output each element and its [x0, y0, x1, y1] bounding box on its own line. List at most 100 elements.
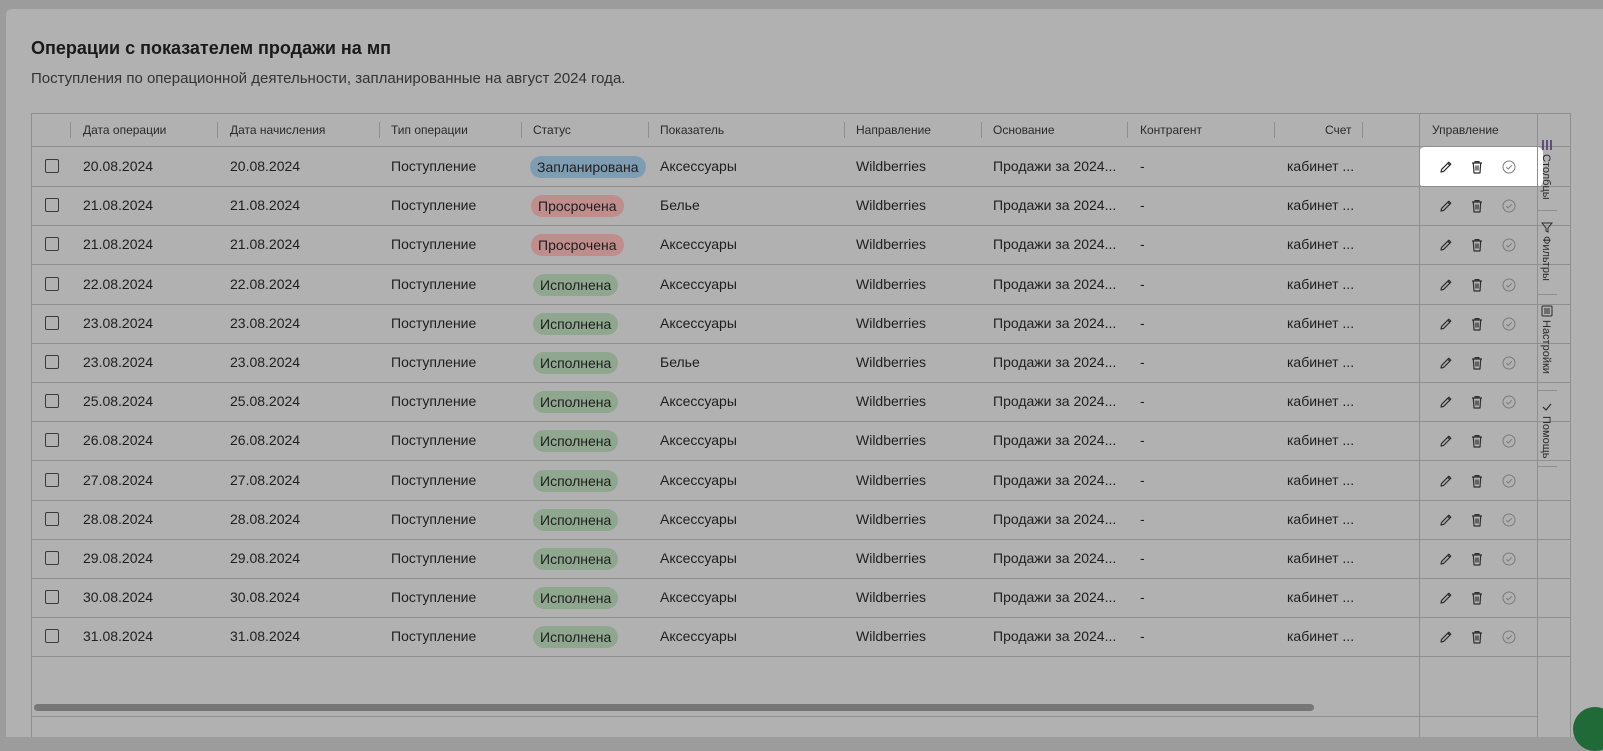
table-row[interactable]: 31.08.2024 31.08.2024 Поступление Исполн… [32, 617, 1570, 658]
check-circle-icon[interactable] [1501, 159, 1517, 175]
check-circle-icon[interactable] [1501, 433, 1517, 449]
trash-icon[interactable] [1469, 629, 1485, 645]
row-checkbox[interactable] [45, 472, 59, 487]
pencil-icon[interactable] [1438, 433, 1454, 449]
row-checkbox[interactable] [45, 198, 59, 213]
row-checkbox[interactable] [45, 159, 59, 173]
check-circle-icon[interactable] [1501, 512, 1517, 528]
check-circle-icon[interactable] [1501, 394, 1517, 410]
row-checkbox[interactable] [45, 237, 59, 252]
sidebar-tab-settings[interactable]: Настройки [1537, 294, 1557, 391]
header-indicator[interactable]: Показатель [660, 114, 724, 146]
table-row[interactable]: 21.08.2024 21.08.2024 Поступление Просро… [32, 225, 1570, 266]
row-checkbox[interactable] [45, 315, 59, 330]
trash-icon[interactable] [1469, 394, 1485, 410]
sidebar-tab-help[interactable]: Помощь [1537, 390, 1557, 467]
check-circle-icon[interactable] [1501, 316, 1517, 332]
check-circle-icon[interactable] [1501, 473, 1517, 489]
table-row[interactable]: 21.08.2024 21.08.2024 Поступление Просро… [32, 186, 1570, 227]
trash-icon[interactable] [1469, 551, 1485, 567]
column-separator[interactable] [217, 122, 218, 138]
column-separator[interactable] [1274, 122, 1275, 138]
column-separator[interactable] [844, 122, 845, 138]
pencil-icon[interactable] [1438, 159, 1454, 175]
table-row[interactable]: 26.08.2024 26.08.2024 Поступление Исполн… [32, 421, 1570, 462]
header-direction[interactable]: Направление [856, 114, 931, 146]
check-circle-icon[interactable] [1501, 198, 1517, 214]
pencil-icon[interactable] [1438, 355, 1454, 371]
sidebar-tab-filters[interactable]: Фильтры [1537, 210, 1557, 295]
pencil-icon[interactable] [1438, 629, 1454, 645]
table-row[interactable]: 22.08.2024 22.08.2024 Поступление Исполн… [32, 265, 1570, 305]
pencil-icon[interactable] [1438, 551, 1454, 567]
trash-icon[interactable] [1469, 355, 1485, 371]
cell-account: кабинет ... [1287, 158, 1355, 174]
column-separator[interactable] [1127, 122, 1128, 138]
cell-date-op: 30.08.2024 [83, 589, 154, 606]
table-row[interactable]: 30.08.2024 30.08.2024 Поступление Исполн… [32, 578, 1570, 619]
row-checkbox[interactable] [45, 355, 59, 369]
header-counterparty[interactable]: Контрагент [1140, 114, 1202, 146]
check-circle-icon[interactable] [1501, 629, 1517, 645]
check-circle-icon[interactable] [1501, 551, 1517, 567]
status-badge: Исполнена [533, 352, 619, 374]
pencil-icon[interactable] [1438, 277, 1454, 293]
trash-icon[interactable] [1469, 473, 1485, 489]
cell-account: кабинет ... [1287, 314, 1355, 331]
column-separator[interactable] [648, 122, 649, 138]
trash-icon[interactable] [1469, 159, 1485, 175]
trash-icon[interactable] [1469, 277, 1485, 293]
trash-icon[interactable] [1469, 316, 1485, 332]
row-checkbox[interactable] [45, 590, 59, 605]
row-checkbox[interactable] [45, 433, 59, 448]
column-separator[interactable] [981, 122, 982, 138]
header-status[interactable]: Статус [533, 114, 571, 146]
trash-icon[interactable] [1469, 590, 1485, 606]
row-checkbox[interactable] [45, 394, 59, 409]
check-circle-icon[interactable] [1501, 277, 1517, 293]
row-checkbox[interactable] [45, 276, 59, 291]
check-circle-icon[interactable] [1501, 355, 1517, 371]
pencil-icon[interactable] [1438, 394, 1454, 410]
table-row[interactable]: 29.08.2024 29.08.2024 Поступление Исполн… [32, 539, 1570, 579]
table-row[interactable]: 27.08.2024 27.08.2024 Поступление Исполн… [32, 461, 1570, 501]
cell-date-op: 28.08.2024 [83, 510, 154, 527]
row-checkbox[interactable] [45, 629, 59, 644]
horizontal-scrollbar[interactable] [31, 703, 1536, 713]
header-date-acc[interactable]: Дата начисления [230, 114, 325, 146]
header-account[interactable]: Счет [1325, 114, 1352, 146]
row-checkbox[interactable] [45, 511, 59, 526]
pencil-icon[interactable] [1438, 316, 1454, 332]
table-row[interactable]: 23.08.2024 23.08.2024 Поступление Исполн… [32, 304, 1570, 344]
column-separator[interactable] [379, 122, 380, 138]
check-circle-icon[interactable] [1501, 590, 1517, 606]
column-separator[interactable] [521, 122, 522, 138]
horizontal-scrollbar-thumb[interactable] [34, 704, 1314, 711]
header-op-type[interactable]: Тип операции [391, 114, 468, 146]
trash-icon[interactable] [1469, 512, 1485, 528]
row-checkbox[interactable] [45, 551, 59, 565]
check-circle-icon[interactable] [1501, 237, 1517, 253]
cell-date-acc: 22.08.2024 [230, 275, 301, 292]
column-separator[interactable] [1362, 122, 1363, 138]
cell-op-type: Поступление [391, 393, 477, 410]
table-row[interactable]: 23.08.2024 23.08.2024 Поступление Исполн… [32, 343, 1570, 383]
chat-button[interactable] [1573, 707, 1603, 751]
trash-icon[interactable] [1469, 198, 1485, 214]
pencil-icon[interactable] [1438, 237, 1454, 253]
header-basis[interactable]: Основание [993, 114, 1055, 146]
trash-icon[interactable] [1469, 433, 1485, 449]
trash-icon[interactable] [1469, 237, 1485, 253]
table-row[interactable]: 20.08.2024 20.08.2024 Поступление Заплан… [32, 147, 1570, 187]
pencil-icon[interactable] [1438, 198, 1454, 214]
pencil-icon[interactable] [1438, 590, 1454, 606]
pencil-icon[interactable] [1438, 512, 1454, 528]
sidebar-tab-columns[interactable]: Столбцы [1537, 128, 1557, 211]
cell-counterparty: - [1140, 589, 1145, 606]
cell-date-acc: 25.08.2024 [230, 393, 301, 410]
column-separator[interactable] [70, 122, 71, 138]
table-row[interactable]: 25.08.2024 25.08.2024 Поступление Исполн… [32, 382, 1570, 423]
table-row[interactable]: 28.08.2024 28.08.2024 Поступление Исполн… [32, 500, 1570, 540]
header-date-op[interactable]: Дата операции [83, 114, 166, 146]
pencil-icon[interactable] [1438, 473, 1454, 489]
